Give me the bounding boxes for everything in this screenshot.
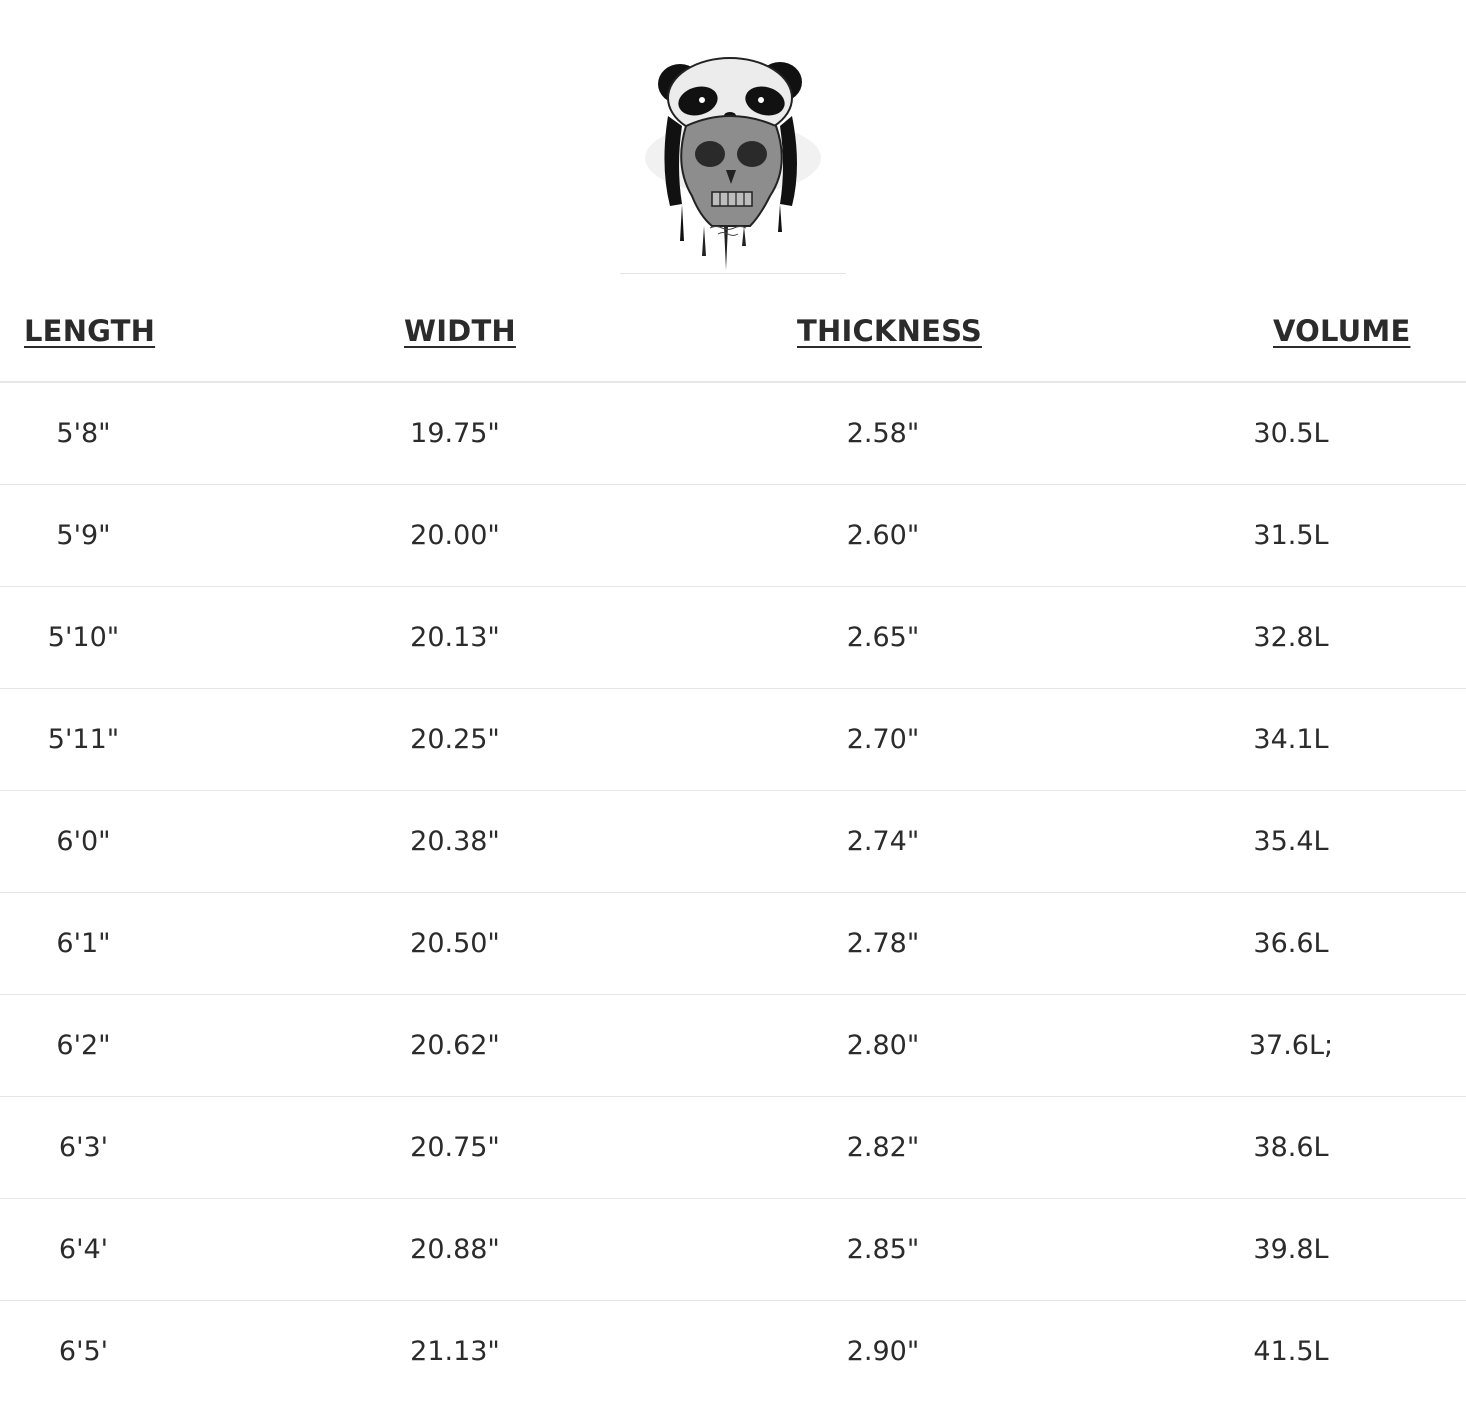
cell-volume-value: 30.5L [1021,418,1391,449]
cell-length-value: 5'8" [0,418,167,449]
cell-volume-value: 41.5L [1021,1336,1391,1367]
cell-width-value: 20.50" [167,928,555,959]
cell-width-value: 20.88" [167,1234,555,1265]
cell-volume: 41.5L [1021,1301,1466,1402]
cell-length: 5'8" [0,382,167,485]
table-header-row: LENGTH WIDTH THICKNESS VOLUME [0,280,1466,382]
cell-thickness-value: 2.65" [745,622,1021,653]
cell-volume: 34.1L [1021,689,1466,791]
cell-length: 5'10" [0,587,167,689]
cell-volume: 31.5L [1021,485,1466,587]
cell-width: 20.88" [167,1199,745,1301]
cell-thickness-value: 2.58" [745,418,1021,449]
cell-volume-value: 37.6L; [1021,1030,1391,1061]
cell-width-value: 20.00" [167,520,555,551]
table-row: 5'11"20.25" 2.70"34.1L [0,689,1466,791]
cell-width: 20.25" [167,689,745,791]
cell-length: 6'1" [0,893,167,995]
cell-width-value: 21.13" [167,1336,555,1367]
cell-thickness-value: 2.85" [745,1234,1021,1265]
cell-length-value: 6'4' [0,1234,167,1265]
cell-thickness: 2.85" [745,1199,1021,1301]
cell-length-value: 6'3' [0,1132,167,1163]
cell-thickness-value: 2.74" [745,826,1021,857]
cell-width: 20.38" [167,791,745,893]
skull-panda-icon [620,46,846,274]
header-length: LENGTH [0,280,167,382]
cell-volume-value: 31.5L [1021,520,1391,551]
cell-width: 19.75" [167,382,745,485]
logo-divider [620,273,846,274]
cell-width: 20.13" [167,587,745,689]
cell-length-value: 6'0" [0,826,167,857]
cell-volume-value: 38.6L [1021,1132,1391,1163]
cell-thickness: 2.70" [745,689,1021,791]
cell-width: 20.75" [167,1097,745,1199]
cell-thickness-value: 2.90" [745,1336,1021,1367]
cell-length: 6'3' [0,1097,167,1199]
cell-width: 20.00" [167,485,745,587]
cell-thickness: 2.60" [745,485,1021,587]
cell-length: 6'4' [0,1199,167,1301]
cell-thickness: 2.74" [745,791,1021,893]
cell-thickness-value: 2.78" [745,928,1021,959]
table-row: 6'2"20.62" 2.80"37.6L; [0,995,1466,1097]
cell-width-value: 20.75" [167,1132,555,1163]
cell-width-value: 19.75" [167,418,555,449]
cell-width-value: 20.25" [167,724,555,755]
table-row: 6'3'20.75" 2.82"38.6L [0,1097,1466,1199]
cell-thickness: 2.90" [745,1301,1021,1402]
cell-volume-value: 34.1L [1021,724,1391,755]
cell-width-value: 20.13" [167,622,555,653]
cell-thickness-value: 2.80" [745,1030,1021,1061]
header-width: WIDTH [167,280,745,382]
cell-thickness: 2.80" [745,995,1021,1097]
table-row: 6'0"20.38" 2.74"35.4L [0,791,1466,893]
cell-length: 5'9" [0,485,167,587]
cell-volume: 35.4L [1021,791,1466,893]
header-volume: VOLUME [1021,280,1466,382]
cell-thickness: 2.82" [745,1097,1021,1199]
cell-volume: 38.6L [1021,1097,1466,1199]
cell-length-value: 6'1" [0,928,167,959]
table-row: 6'4'20.88" 2.85"39.8L [0,1199,1466,1301]
cell-length: 6'2" [0,995,167,1097]
table-row: 5'10"20.13" 2.65"32.8L [0,587,1466,689]
cell-volume-value: 32.8L [1021,622,1391,653]
cell-length-value: 6'5' [0,1336,167,1367]
cell-volume-value: 35.4L [1021,826,1391,857]
cell-volume-value: 39.8L [1021,1234,1391,1265]
cell-width: 20.62" [167,995,745,1097]
cell-width-value: 20.38" [167,826,555,857]
cell-length-value: 5'10" [0,622,167,653]
skull-panda-logo [620,46,846,274]
cell-length-value: 6'2" [0,1030,167,1061]
cell-volume: 39.8L [1021,1199,1466,1301]
cell-thickness-value: 2.60" [745,520,1021,551]
header-thickness: THICKNESS [745,280,1021,382]
cell-volume: 37.6L; [1021,995,1466,1097]
cell-length: 6'5' [0,1301,167,1402]
cell-width: 20.50" [167,893,745,995]
cell-thickness: 2.58" [745,382,1021,485]
cell-length-value: 5'11" [0,724,167,755]
cell-volume: 36.6L [1021,893,1466,995]
cell-thickness: 2.78" [745,893,1021,995]
cell-length: 6'0" [0,791,167,893]
cell-volume: 32.8L [1021,587,1466,689]
cell-thickness-value: 2.82" [745,1132,1021,1163]
cell-width: 21.13" [167,1301,745,1402]
board-dimensions-table: LENGTH WIDTH THICKNESS VOLUME 5'8"19.75"… [0,280,1466,1402]
table-row: 6'5'21.13" 2.90"41.5L [0,1301,1466,1402]
table-row: 5'9"20.00" 2.60"31.5L [0,485,1466,587]
cell-volume: 30.5L [1021,382,1466,485]
cell-volume-value: 36.6L [1021,928,1391,959]
table-row: 6'1"20.50" 2.78"36.6L [0,893,1466,995]
cell-length: 5'11" [0,689,167,791]
cell-width-value: 20.62" [167,1030,555,1061]
cell-length-value: 5'9" [0,520,167,551]
cell-thickness-value: 2.70" [745,724,1021,755]
table-row: 5'8"19.75" 2.58"30.5L [0,382,1466,485]
cell-thickness: 2.65" [745,587,1021,689]
